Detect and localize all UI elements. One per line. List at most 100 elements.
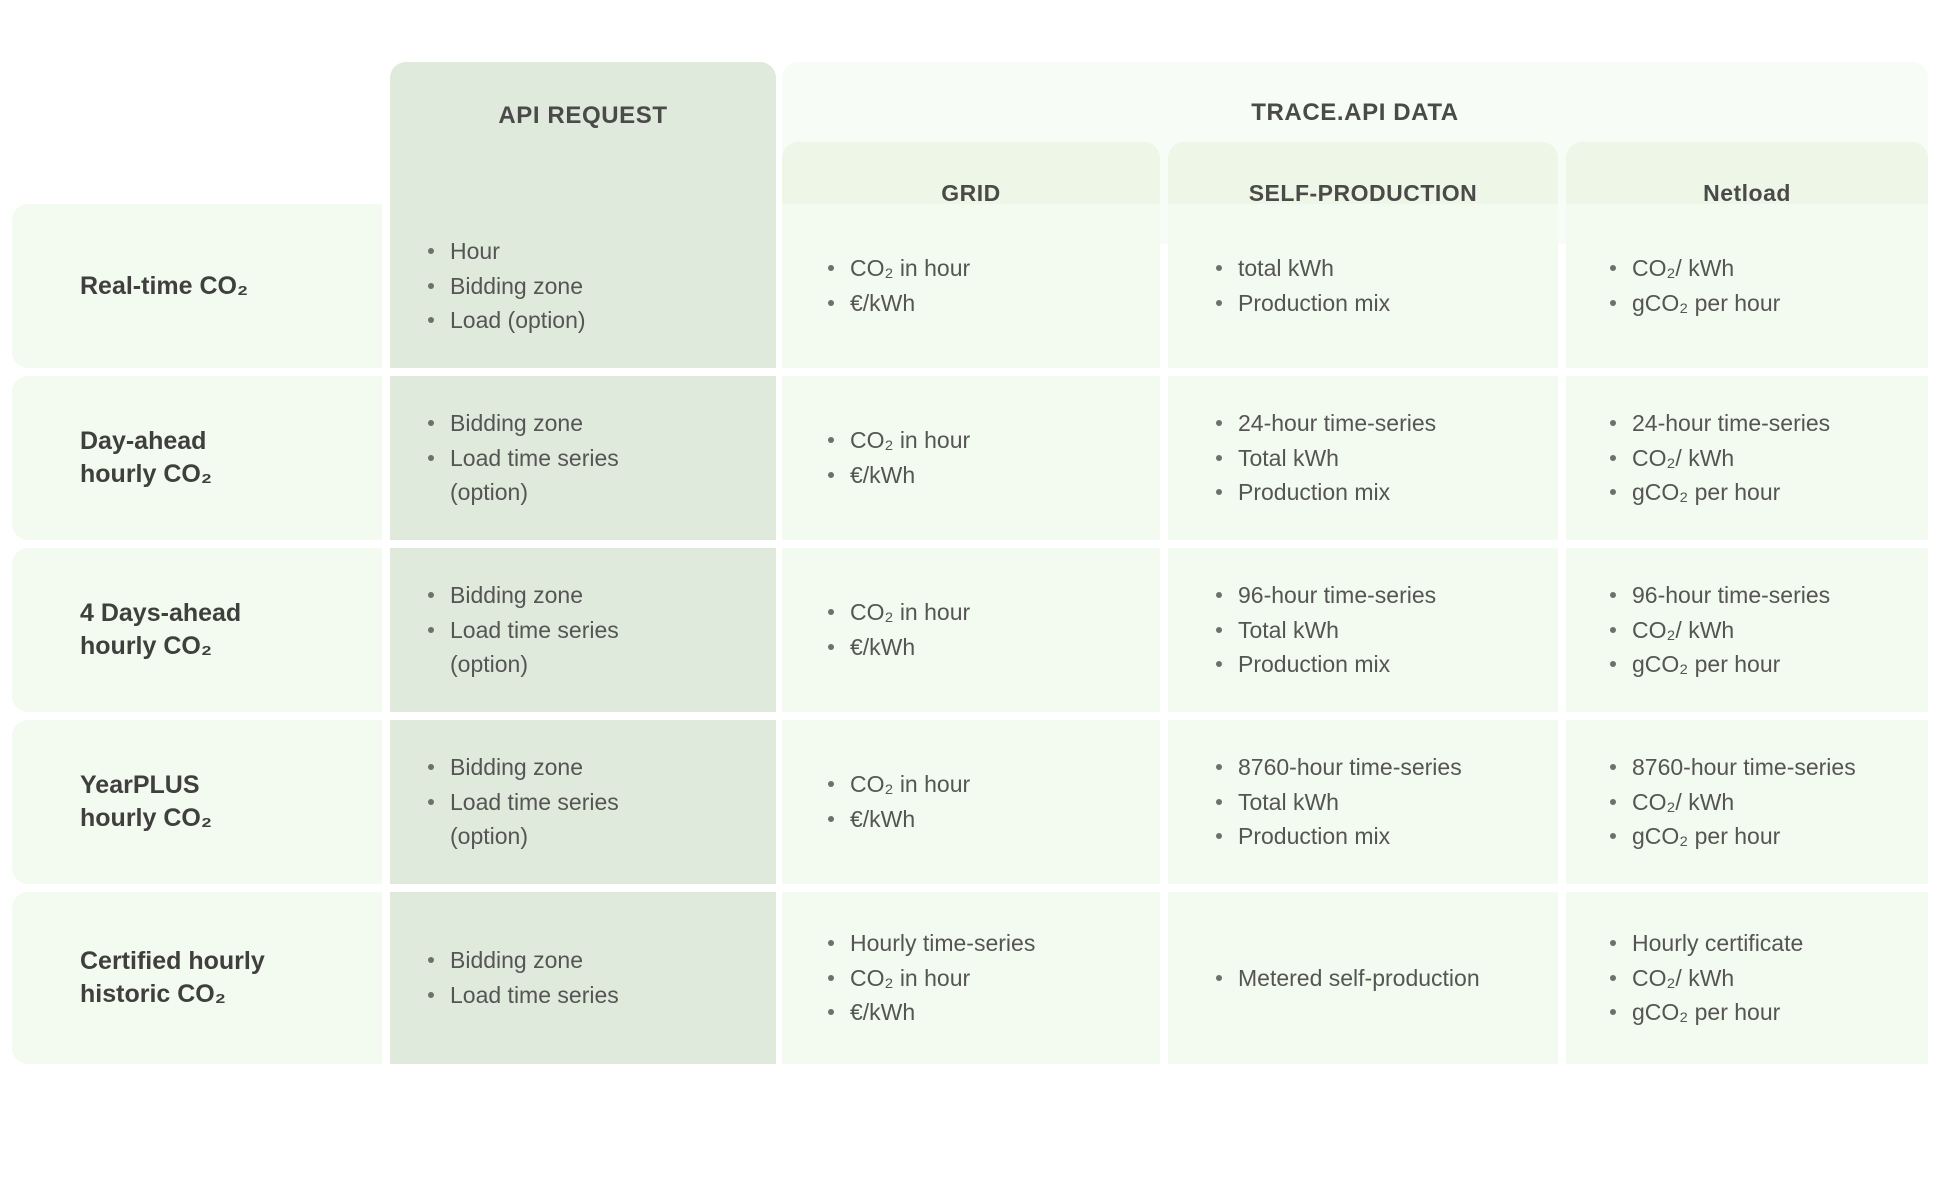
netload-cell: 8760-hour time-series CO₂/ kWh gCO₂ per ho… (1566, 720, 1928, 884)
list-item: CO₂/ kWh (1606, 613, 1914, 648)
netload-cell-list: 8760-hour time-series CO₂/ kWh gCO₂ per ho… (1606, 750, 1914, 855)
list-item: CO₂ in hour (824, 595, 1146, 630)
netload-cell-list: CO₂/ kWh gCO₂ per hour (1606, 251, 1914, 321)
api-request-cell-list: Bidding zone Load time series (option) (424, 406, 758, 511)
row-label-line-1: 4 Days-ahead (80, 599, 242, 627)
row-label-line-2: historic CO₂ (80, 980, 226, 1008)
self-production-cell-list: 24-hour time-series Total kWh Production m… (1212, 406, 1544, 511)
api-request-cell: Hour Bidding zone Load (option) (390, 204, 776, 368)
grid-cell-list: CO₂ in hour €/kWh (824, 595, 1146, 665)
api-request-cell: Bidding zone Load time series (option) (390, 720, 776, 884)
grid-cell-list: Hourly time-series CO₂ in hour €/kWh (824, 926, 1146, 1031)
list-item: Production mix (1212, 286, 1544, 321)
grid-cell: Hourly time-series CO₂ in hour €/kWh (782, 892, 1160, 1064)
list-item: 8760-hour time-series (1606, 750, 1914, 785)
list-item: Bidding zone (424, 750, 758, 785)
row-label-cell: Day-ahead hourly CO₂ (12, 376, 382, 540)
list-item: Total kWh (1212, 613, 1544, 648)
row-label-line-2: hourly CO₂ (80, 632, 212, 660)
list-item: Bidding zone (424, 406, 758, 441)
list-item: (option) (450, 823, 528, 850)
self-production-cell-list: Metered self-production (1212, 961, 1544, 996)
list-item: 96-hour time-series (1606, 578, 1914, 613)
row-label-line-2: hourly CO₂ (80, 804, 212, 832)
grid-cell: CO₂ in hour €/kWh (782, 720, 1160, 884)
list-item: Load time series (424, 978, 758, 1013)
list-item: CO₂ in hour (824, 251, 1146, 286)
list-item: CO₂/ kWh (1606, 961, 1914, 996)
table-row: YearPLUS hourly CO₂ Bidding zone Load time … (0, 720, 1950, 884)
list-item: Hourly certificate (1606, 926, 1914, 961)
list-item: gCO₂ per hour (1606, 995, 1914, 1030)
list-item: Load time series (424, 613, 758, 648)
table-row: 4 Days-ahead hourly CO₂ Bidding zone Load t… (0, 548, 1950, 712)
api-request-cell-list: Bidding zone Load time series (option) (424, 578, 758, 683)
row-label-line-1: Day-ahead (80, 427, 207, 455)
list-item: Production mix (1212, 819, 1544, 854)
list-item: 24-hour time-series (1212, 406, 1544, 441)
list-item: Bidding zone (424, 578, 758, 613)
self-production-cell: 24-hour time-series Total kWh Production m… (1168, 376, 1558, 540)
list-item: gCO₂ per hour (1606, 286, 1914, 321)
trace-api-data-title: TRACE.API DATA (1251, 99, 1459, 126)
self-production-header-label: SELF-PRODUCTION (1248, 179, 1478, 206)
list-item: Hour (424, 234, 758, 269)
grid-cell: CO₂ in hour €/kWh (782, 548, 1160, 712)
list-item: gCO₂ per hour (1606, 819, 1914, 854)
list-item: total kWh (1212, 251, 1544, 286)
netload-cell-list: Hourly certificate CO₂/ kWh gCO₂ per hour (1606, 926, 1914, 1031)
list-item: Total kWh (1212, 441, 1544, 476)
row-label-cell: Certified hourly historic CO₂ (12, 892, 382, 1064)
table-row: Real-time CO₂ Hour Bidding zone Load (optio… (0, 204, 1950, 368)
grid-cell-list: CO₂ in hour €/kWh (824, 423, 1146, 493)
row-label-cell: 4 Days-ahead hourly CO₂ (12, 548, 382, 712)
list-item: €/kWh (824, 630, 1146, 665)
netload-cell-list: 96-hour time-series CO₂/ kWh gCO₂ per hour (1606, 578, 1914, 683)
list-item: Load (option) (424, 303, 758, 338)
netload-cell: 24-hour time-series CO₂/ kWh gCO₂ per hour (1566, 376, 1928, 540)
list-item: CO₂/ kWh (1606, 785, 1914, 820)
list-item: Load time series (424, 441, 758, 476)
self-production-cell-list: total kWh Production mix (1212, 251, 1544, 321)
self-production-cell-list: 96-hour time-series Total kWh Production m… (1212, 578, 1544, 683)
self-production-cell: 96-hour time-series Total kWh Production m… (1168, 548, 1558, 712)
table-row: Day-ahead hourly CO₂ Bidding zone Load time… (0, 376, 1950, 540)
list-item: CO₂ in hour (824, 961, 1146, 996)
row-label-line-1: Real-time CO₂ (80, 271, 249, 300)
row-label-line-1: Certified hourly (80, 947, 265, 975)
self-production-cell: 8760-hour time-series Total kWh Production… (1168, 720, 1558, 884)
list-item: €/kWh (824, 995, 1146, 1030)
list-item: gCO₂ per hour (1606, 475, 1914, 510)
list-item: (option) (450, 479, 528, 506)
grid-header-label: GRID (941, 179, 1001, 206)
row-label-line-1: YearPLUS (80, 771, 200, 799)
row-label-cell: Real-time CO₂ (12, 204, 382, 368)
list-item: Total kWh (1212, 785, 1544, 820)
self-production-cell: Metered self-production (1168, 892, 1558, 1064)
list-item: €/kWh (824, 286, 1146, 321)
netload-header-label: Netload (1703, 179, 1791, 206)
api-request-cell: Bidding zone Load time series (option) (390, 548, 776, 712)
list-item: Load time series (424, 785, 758, 820)
api-request-header-label: API REQUEST (498, 102, 668, 129)
list-item: Hourly time-series (824, 926, 1146, 961)
table-row: Certified hourly historic CO₂ Bidding zone… (0, 892, 1950, 1064)
list-item: 24-hour time-series (1606, 406, 1914, 441)
list-item: Production mix (1212, 475, 1544, 510)
netload-cell-list: 24-hour time-series CO₂/ kWh gCO₂ per hour (1606, 406, 1914, 511)
list-item: CO₂/ kWh (1606, 251, 1914, 286)
api-request-cell-list: Bidding zone Load time series (424, 943, 758, 1013)
comparison-table: TRACE.API DATA API REQUEST GRID SELF-PRO… (0, 0, 1950, 1186)
list-item: €/kWh (824, 802, 1146, 837)
grid-cell-list: CO₂ in hour €/kWh (824, 251, 1146, 321)
list-item: €/kWh (824, 458, 1146, 493)
list-item: 96-hour time-series (1212, 578, 1544, 613)
list-item: CO₂ in hour (824, 767, 1146, 802)
grid-cell-list: CO₂ in hour €/kWh (824, 767, 1146, 837)
list-item: 8760-hour time-series (1212, 750, 1544, 785)
row-label-line-2: hourly CO₂ (80, 460, 212, 488)
list-item: gCO₂ per hour (1606, 647, 1914, 682)
api-request-cell-list: Bidding zone Load time series (option) (424, 750, 758, 855)
list-item: (option) (450, 651, 528, 678)
list-item: Bidding zone (424, 943, 758, 978)
